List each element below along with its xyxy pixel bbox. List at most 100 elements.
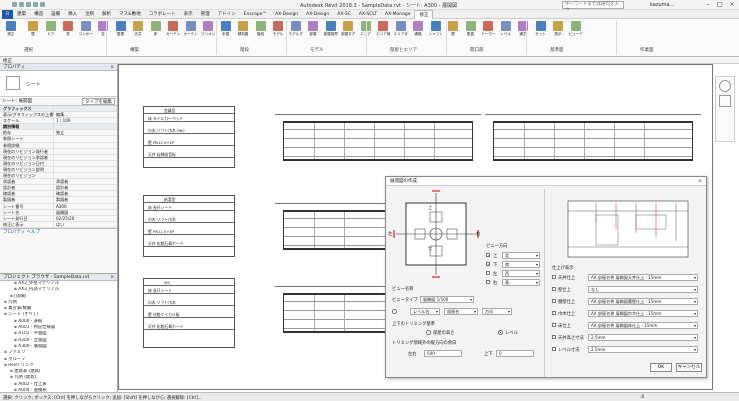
- property-value[interactable]: 設計者: [54, 185, 117, 190]
- ribbon-tool-22[interactable]: エリアタグ: [394, 21, 408, 43]
- steering-wheel-icon[interactable]: [719, 80, 731, 92]
- level-radio[interactable]: [498, 330, 503, 335]
- ribbon-tool-2[interactable]: ドア: [44, 21, 58, 43]
- close-icon[interactable]: ×: [110, 64, 114, 71]
- finish-0-select[interactable]: AX 部屋名称 展開図天井仕上 : 15mm: [588, 274, 698, 281]
- instance-selector[interactable]: シート: 展開図 タイプを編集: [0, 97, 117, 106]
- elevation-view[interactable]: [493, 121, 693, 161]
- ribbon-tool-30[interactable]: セット: [534, 21, 548, 43]
- property-value[interactable]: 展開図: [54, 210, 117, 215]
- ribbon-tool-11[interactable]: マリオン: [201, 21, 215, 43]
- finish-2-select[interactable]: AX 部屋名称 展開図腰壁仕上 : 15mm: [588, 298, 698, 305]
- maximize-icon[interactable]: □: [714, 0, 726, 9]
- property-value[interactable]: 確認者: [54, 191, 117, 196]
- tab-9[interactable]: 表示: [180, 10, 197, 19]
- property-value[interactable]: [54, 161, 117, 166]
- properties-help-link[interactable]: プロパティ ヘルプ: [0, 227, 117, 236]
- elevation-view[interactable]: [283, 210, 393, 250]
- dir-2-select[interactable]: 西: [502, 270, 540, 277]
- quick-access-toolbar[interactable]: [12, 2, 60, 8]
- ribbon-tool-10[interactable]: カーテングリッド: [184, 21, 198, 43]
- tab-0[interactable]: R: [2, 9, 14, 19]
- tab-11[interactable]: アドイン: [214, 10, 240, 19]
- tab-6[interactable]: 解析: [98, 10, 115, 19]
- ribbon-tool-3[interactable]: 窓: [61, 21, 75, 43]
- tab-12[interactable]: Enscape™: [240, 10, 271, 19]
- property-value[interactable]: [54, 106, 117, 111]
- finish-3-select[interactable]: AX 部屋名称 展開図巾木仕上 : 15mm: [588, 310, 698, 317]
- ribbon-tool-5[interactable]: 柱: [96, 21, 110, 43]
- ribbon-tool-8[interactable]: 床: [149, 21, 163, 43]
- dir-0-checkbox[interactable]: ✓: [486, 253, 490, 258]
- dir-1-checkbox[interactable]: ✓: [486, 262, 490, 267]
- tab-14[interactable]: AX-Design: [302, 10, 333, 19]
- ribbon-tool-15[interactable]: モデル: [271, 21, 285, 43]
- redo-icon[interactable]: [33, 2, 38, 7]
- tab-8[interactable]: コラボレート: [145, 10, 180, 19]
- property-value[interactable]: 独立: [54, 130, 117, 135]
- finish-3-checkbox[interactable]: [552, 311, 556, 315]
- search-input[interactable]: キーワードまたは語句を入力: [562, 1, 624, 13]
- close-icon[interactable]: ×: [726, 0, 738, 9]
- print-icon[interactable]: [40, 2, 45, 7]
- property-value[interactable]: [54, 143, 117, 148]
- close-icon[interactable]: ×: [698, 177, 702, 186]
- open-icon[interactable]: [12, 2, 17, 7]
- property-value[interactable]: [54, 173, 117, 178]
- ribbon-tool-32[interactable]: ビューア: [569, 21, 583, 43]
- tab-2[interactable]: 構造: [30, 10, 47, 19]
- ribbon-tool-9[interactable]: カーテンシステム: [166, 21, 180, 43]
- dir-0-select[interactable]: 北: [502, 252, 540, 259]
- tab-3[interactable]: 設備: [47, 10, 64, 19]
- ribbon-tool-26[interactable]: 垂直: [464, 21, 478, 43]
- user-name[interactable]: kazuma...: [650, 2, 674, 8]
- view-name-radio[interactable]: [392, 309, 397, 314]
- property-value[interactable]: 編集...: [54, 112, 117, 117]
- ribbon-tool-6[interactable]: 屋根: [114, 21, 128, 43]
- dir-3-select[interactable]: 東: [502, 279, 540, 286]
- ribbon-tool-12[interactable]: 手摺: [219, 21, 233, 43]
- finish-4-select[interactable]: AX 部屋名称 展開図床仕上 : 15mm: [588, 322, 698, 329]
- tab-16[interactable]: AX-SCLT: [355, 10, 381, 19]
- ribbon-tool-18[interactable]: 部屋境界: [324, 21, 338, 43]
- direction-select[interactable]: 方向: [482, 308, 512, 315]
- ribbon-tool-13[interactable]: 傾斜路: [236, 21, 250, 43]
- ribbon-tool-24[interactable]: シャフト: [429, 21, 443, 43]
- finish-4-checkbox[interactable]: [552, 323, 556, 327]
- finish-5-select[interactable]: 2.5mm: [588, 334, 698, 341]
- finish-table[interactable]: 給湯室床 長尺シート 巾木 ソフト巾木壁 PB12.5+EP 天井 化粧石膏ボード: [143, 195, 235, 257]
- tab-10[interactable]: 管理: [197, 10, 214, 19]
- property-value[interactable]: はい: [54, 222, 117, 227]
- property-value[interactable]: 02/25/20: [54, 216, 117, 221]
- property-value[interactable]: [54, 124, 117, 129]
- tab-1[interactable]: 建築: [13, 10, 30, 19]
- ribbon-tool-7[interactable]: 天井: [131, 21, 145, 43]
- finish-1-select[interactable]: なし: [588, 286, 698, 293]
- ok-button[interactable]: OK: [650, 363, 672, 372]
- property-value[interactable]: A300: [54, 204, 117, 209]
- tab-18[interactable]: 修正: [414, 9, 434, 19]
- property-value[interactable]: [54, 149, 117, 154]
- tab-4[interactable]: 挿入: [64, 10, 81, 19]
- finish-5-checkbox[interactable]: [552, 335, 556, 339]
- type-preview[interactable]: シート: [0, 71, 117, 97]
- property-value[interactable]: 製図者: [54, 197, 117, 202]
- ribbon-tool-31[interactable]: 表示: [551, 21, 565, 43]
- cancel-button[interactable]: キャンセル: [676, 363, 702, 372]
- ribbon-tool-21[interactable]: エリア境界: [376, 21, 390, 43]
- property-value[interactable]: [54, 136, 117, 141]
- finish-2-checkbox[interactable]: [552, 299, 556, 303]
- room-height-radio[interactable]: [426, 330, 431, 335]
- elevation-view[interactable]: [283, 293, 393, 333]
- offset-lr-input[interactable]: 500: [424, 350, 462, 357]
- view-type-select[interactable]: 展開図 1/100: [420, 296, 474, 303]
- property-value[interactable]: 1 : 100: [54, 118, 117, 123]
- ribbon-tool-4[interactable]: コンポーネント: [79, 21, 93, 43]
- tab-13[interactable]: AX-Design: [271, 10, 302, 19]
- finish-1-checkbox[interactable]: [552, 287, 556, 291]
- property-value[interactable]: [54, 167, 117, 172]
- ribbon-tool-28[interactable]: レベル: [499, 21, 513, 43]
- level-name-select[interactable]: レベル名: [410, 308, 440, 315]
- ribbon-tool-17[interactable]: 部屋: [306, 21, 320, 43]
- ribbon-tool-1[interactable]: 壁: [26, 21, 40, 43]
